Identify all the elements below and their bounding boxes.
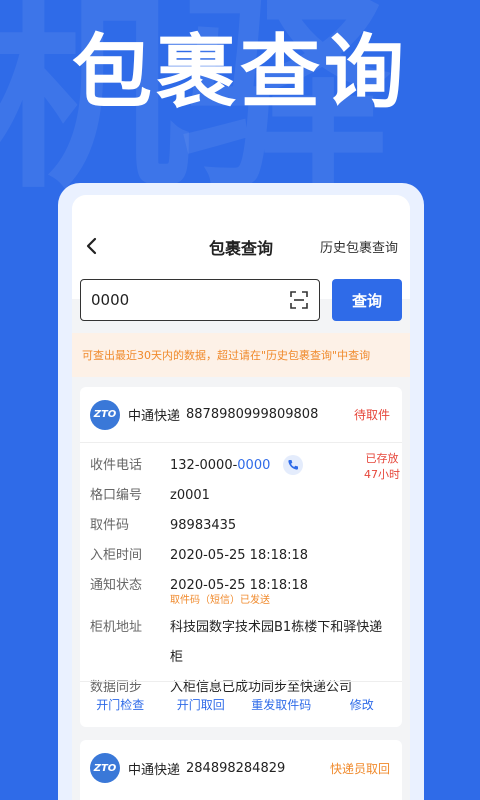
parcel-card[interactable]: ZTO 中通快递 8878980999809808 待取件 已存放 47小时 收… (80, 387, 402, 727)
parcel-card-header: ZTO 中通快递 284898284829 快递员取回 (80, 740, 402, 796)
phone-value: 132-0000-0000 (170, 451, 303, 481)
pickup-code-value: 98983435 (170, 518, 237, 533)
open-check-button[interactable]: 开门检查 (80, 682, 161, 727)
in-time-label: 入柜时间 (90, 548, 143, 563)
detail-row-phone: 收件电话 132-0000-0000 (90, 451, 392, 481)
detail-row-in-time: 入柜时间 2020-05-25 18:18:18 (90, 541, 392, 571)
app-screen: 包裹查询 历史包裹查询 查询 可查出最近30天内的数据，超过请在"历史包裹查询"… (72, 195, 410, 800)
detail-row-code: 取件码 98983435 (90, 511, 392, 541)
tracking-number: 8878980999809808 (186, 407, 319, 422)
address-label: 柜机地址 (90, 620, 143, 635)
history-parcel-link[interactable]: 历史包裹查询 (320, 237, 398, 256)
phone-prefix: 132-0000- (170, 458, 238, 473)
scan-icon[interactable] (289, 290, 309, 310)
notify-value: 2020-05-25 18:18:18 (170, 578, 309, 593)
search-input[interactable] (91, 291, 271, 309)
in-time-value: 2020-05-25 18:18:18 (170, 548, 309, 563)
status-badge: 快递员取回 (329, 761, 390, 776)
detail-row-slot: 格口编号 z0001 (90, 481, 392, 511)
courier-name: 中通快递 (128, 762, 181, 778)
slot-value: z0001 (170, 488, 210, 503)
phone-call-icon[interactable] (282, 454, 303, 475)
phone-mockup: 包裹查询 历史包裹查询 查询 可查出最近30天内的数据，超过请在"历史包裹查询"… (58, 183, 424, 800)
zto-logo-icon: ZTO (90, 399, 120, 430)
card-actions: 开门检查 开门取回 重发取件码 修改 (80, 681, 402, 727)
search-box (80, 279, 320, 321)
parcel-card[interactable]: ZTO 中通快递 284898284829 快递员取回 (80, 740, 402, 800)
query-button[interactable]: 查询 (332, 279, 402, 321)
open-retrieve-button[interactable]: 开门取回 (161, 682, 242, 727)
tracking-number: 284898284829 (186, 760, 286, 776)
address-value: 科技园数字技术园B1栋楼下和驿快递柜 (170, 620, 383, 665)
zto-logo-icon: ZTO (90, 753, 120, 783)
edit-button[interactable]: 修改 (322, 682, 403, 727)
pickup-code-label: 取件码 (90, 518, 130, 533)
detail-row-address: 柜机地址 科技园数字技术园B1栋楼下和驿快递柜 (90, 613, 392, 673)
notify-label: 通知状态 (90, 578, 143, 593)
detail-row-notify: 通知状态 2020-05-25 18:18:18 (90, 571, 392, 601)
top-bar: 包裹查询 历史包裹查询 查询 (72, 195, 410, 321)
back-button[interactable] (84, 236, 100, 256)
phone-label: 收件电话 (90, 458, 143, 473)
courier-name: 中通快递 (128, 409, 181, 424)
notice-banner: 可查出最近30天内的数据，超过请在"历史包裹查询"中查询 (72, 333, 410, 377)
parcel-card-header: ZTO 中通快递 8878980999809808 待取件 (80, 387, 402, 443)
slot-label: 格口编号 (90, 488, 143, 503)
resend-code-button[interactable]: 重发取件码 (241, 682, 322, 727)
parcel-details: 已存放 47小时 收件电话 132-0000-0000 格口编号 z0001 取… (80, 443, 402, 703)
chevron-left-icon (86, 237, 97, 255)
status-badge: 待取件 (353, 408, 390, 422)
phone-suffix: 0000 (237, 458, 271, 473)
hero-title: 包裹查询 (72, 26, 408, 119)
